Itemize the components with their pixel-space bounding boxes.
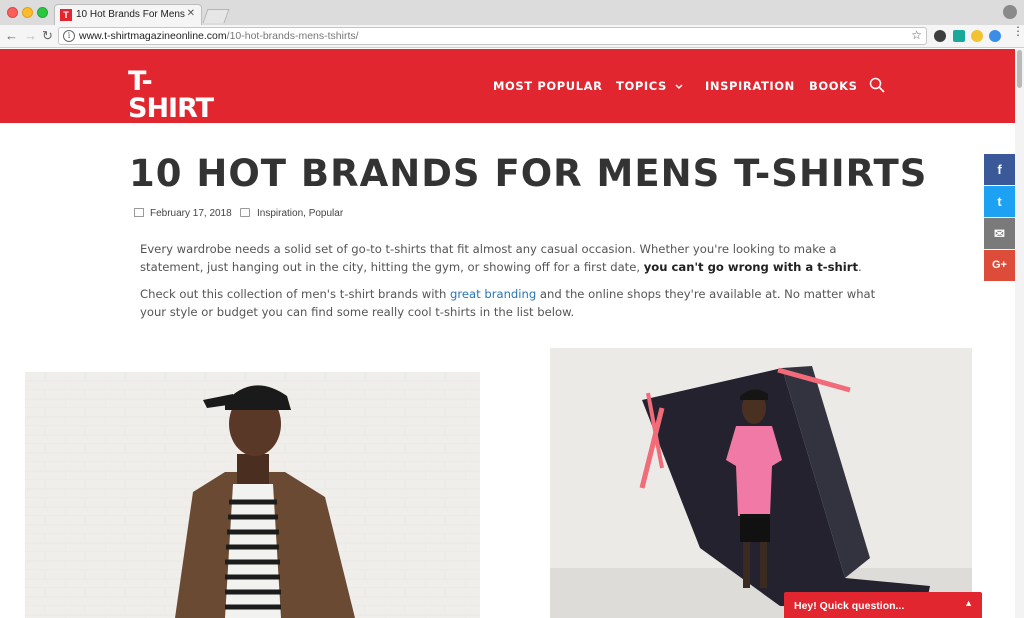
back-icon[interactable]: ← [5, 28, 18, 44]
browser-menu-icon[interactable]: ⋮ [1012, 25, 1024, 37]
tab-close-icon[interactable]: ✕ [187, 8, 195, 19]
chat-widget[interactable]: Hey! Quick question... ▲ [784, 592, 982, 618]
zoom-window-button[interactable] [37, 7, 48, 18]
nav-most-popular[interactable]: MOST POPULAR [493, 79, 603, 93]
scrollbar-thumb[interactable] [1017, 50, 1022, 88]
browser-tab[interactable]: T 10 Hot Brands For Mens T-Shi ✕ [54, 4, 202, 25]
site-logo[interactable]: T-SHIRT MAGAZINE [128, 68, 230, 132]
close-window-button[interactable] [7, 7, 18, 18]
nav-books[interactable]: BOOKS [809, 79, 858, 93]
logo-main-text: T-SHIRT [128, 66, 214, 124]
profile-icon[interactable] [1003, 5, 1017, 19]
browser-toolbar: ← → ↻ i www.t-shirtmagazineonline.com/10… [0, 25, 1024, 48]
url-path: /10-hot-brands-mens-tshirts/ [226, 30, 359, 42]
browser-tab-bar: T 10 Hot Brands For Mens T-Shi ✕ [0, 0, 1024, 25]
address-bar[interactable]: i www.t-shirtmagazineonline.com/10-hot-b… [58, 27, 927, 45]
folder-icon [240, 208, 250, 217]
share-twitter-button[interactable]: t [984, 186, 1015, 217]
share-google-plus-button[interactable]: G+ [984, 250, 1015, 281]
site-header: T-SHIRT MAGAZINE MOST POPULAR TOPICS INS… [0, 49, 1015, 131]
extension-icon-1[interactable] [934, 30, 946, 42]
intro-end: . [858, 260, 862, 274]
extension-icon-4[interactable] [989, 30, 1001, 42]
info-icon[interactable]: i [63, 30, 75, 42]
share-email-button[interactable]: ✉ [984, 218, 1015, 249]
nav-topics[interactable]: TOPICS [616, 79, 683, 93]
url-host: www.t-shirtmagazineonline.com [79, 30, 227, 42]
great-branding-link[interactable]: great branding [450, 287, 536, 301]
extension-icon-2[interactable] [953, 30, 965, 42]
page-scrollbar[interactable] [1015, 49, 1024, 618]
extension-icon-3[interactable] [971, 30, 983, 42]
forward-icon[interactable]: → [24, 28, 37, 44]
brand-photo-2 [550, 348, 972, 618]
chevron-up-icon[interactable]: ▲ [964, 598, 973, 608]
chevron-down-icon [675, 84, 683, 89]
minimize-window-button[interactable] [22, 7, 33, 18]
favicon-icon: T [60, 9, 72, 21]
new-tab-button[interactable] [202, 9, 230, 23]
collection-paragraph: Check out this collection of men's t-shi… [140, 285, 890, 321]
post-date: February 17, 2018 [150, 208, 232, 219]
brand-photo-1 [25, 372, 480, 618]
intro-bold-text: you can't go wrong with a t-shirt [643, 260, 859, 274]
search-icon[interactable] [869, 77, 885, 93]
logo-sub-text: MAGAZINE [132, 122, 223, 131]
nav-inspiration[interactable]: INSPIRATION [705, 79, 795, 93]
nav-topics-label: TOPICS [616, 79, 667, 93]
article-title: 10 HOT BRANDS FOR MENS T-SHIRTS [129, 152, 928, 195]
chat-label: Hey! Quick question... [794, 600, 905, 612]
share-facebook-button[interactable]: f [984, 154, 1015, 185]
model-illustration-1 [25, 372, 480, 618]
collection-text-before: Check out this collection of men's t-shi… [140, 287, 451, 301]
post-categories[interactable]: Inspiration, Popular [257, 208, 343, 219]
calendar-icon [134, 208, 144, 217]
bookmark-star-icon[interactable]: ☆ [911, 28, 922, 42]
tab-title: 10 Hot Brands For Mens T-Shi [76, 9, 186, 20]
url-text: www.t-shirtmagazineonline.com/10-hot-bra… [79, 30, 359, 42]
reload-icon[interactable]: ↻ [42, 28, 53, 44]
model-illustration-2 [550, 348, 972, 618]
intro-paragraph: Every wardrobe needs a solid set of go-t… [140, 240, 890, 276]
